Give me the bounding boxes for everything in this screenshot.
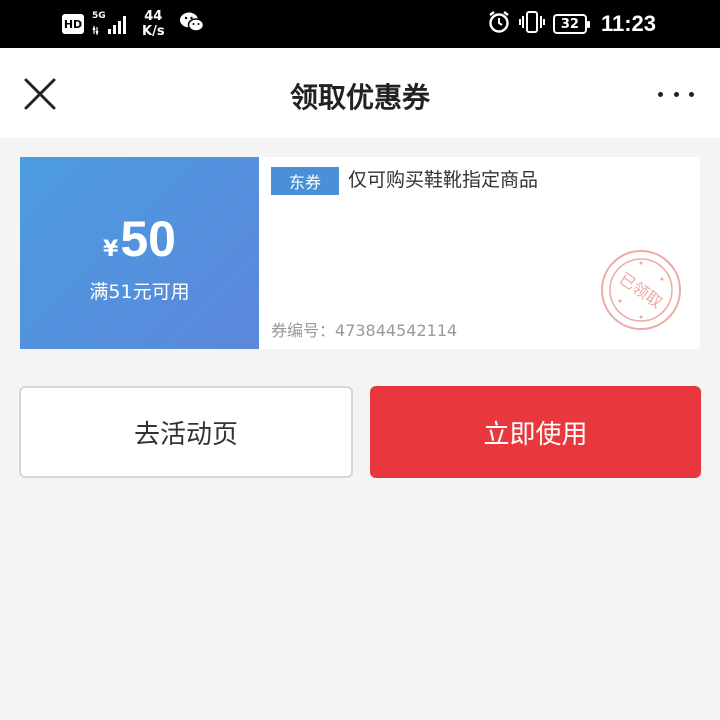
coupon-value-panel: ¥50 满51元可用 <box>16 157 259 349</box>
use-now-label: 立即使用 <box>483 419 588 450</box>
hd-badge: HD <box>62 14 84 34</box>
status-time: 11:23 <box>600 11 656 36</box>
stamp-text: 已领取 <box>616 269 666 312</box>
go-activity-button[interactable]: 去活动页 <box>19 386 353 478</box>
coupon-number-value: 473844542114 <box>335 321 458 340</box>
amount-value: 50 <box>120 211 176 267</box>
coupon-amount: ¥50 <box>20 209 259 281</box>
coupon-info-panel: 东券 仅可购买鞋靴指定商品 券编号：473844542114 已领取 <box>259 157 700 349</box>
go-activity-label: 去活动页 <box>133 419 238 450</box>
coupon-number: 券编号：473844542114 <box>271 317 457 341</box>
coupon-condition: 满51元可用 <box>89 281 190 303</box>
more-dot-icon <box>658 91 663 97</box>
alarm-icon <box>487 10 511 38</box>
network-type-label: 5G <box>92 11 106 21</box>
more-dot-icon <box>673 91 679 97</box>
coupon-description: 仅可购买鞋靴指定商品 <box>348 169 539 191</box>
more-button[interactable] <box>658 84 694 104</box>
network-speed: 44 K/s <box>142 9 165 39</box>
speed-unit: K/s <box>142 24 165 39</box>
currency-symbol: ¥ <box>103 237 119 262</box>
coupon-number-label: 券编号： <box>271 321 336 340</box>
use-now-button[interactable]: 立即使用 <box>370 386 701 478</box>
header-bar: 领取优惠券 <box>0 48 720 138</box>
more-dot-icon <box>689 91 694 97</box>
signal-icon: 5G <box>92 11 128 35</box>
status-right: 32 11:23 <box>487 6 656 42</box>
wechat-icon <box>179 11 205 37</box>
speed-value: 44 <box>144 9 163 24</box>
coupon-type-tag: 东券 <box>271 167 339 195</box>
page-title: 领取优惠券 <box>289 81 430 114</box>
vibrate-icon <box>518 10 545 38</box>
battery-indicator: 32 <box>552 14 590 34</box>
coupon-card: ¥50 满51元可用 东券 仅可购买鞋靴指定商品 券编号：47384454211… <box>16 157 700 349</box>
status-left: HD 5G 44 K/s <box>62 6 205 42</box>
status-bar: HD 5G 44 K/s 32 11:23 <box>0 0 720 48</box>
claimed-stamp: 已领取 <box>600 249 682 331</box>
